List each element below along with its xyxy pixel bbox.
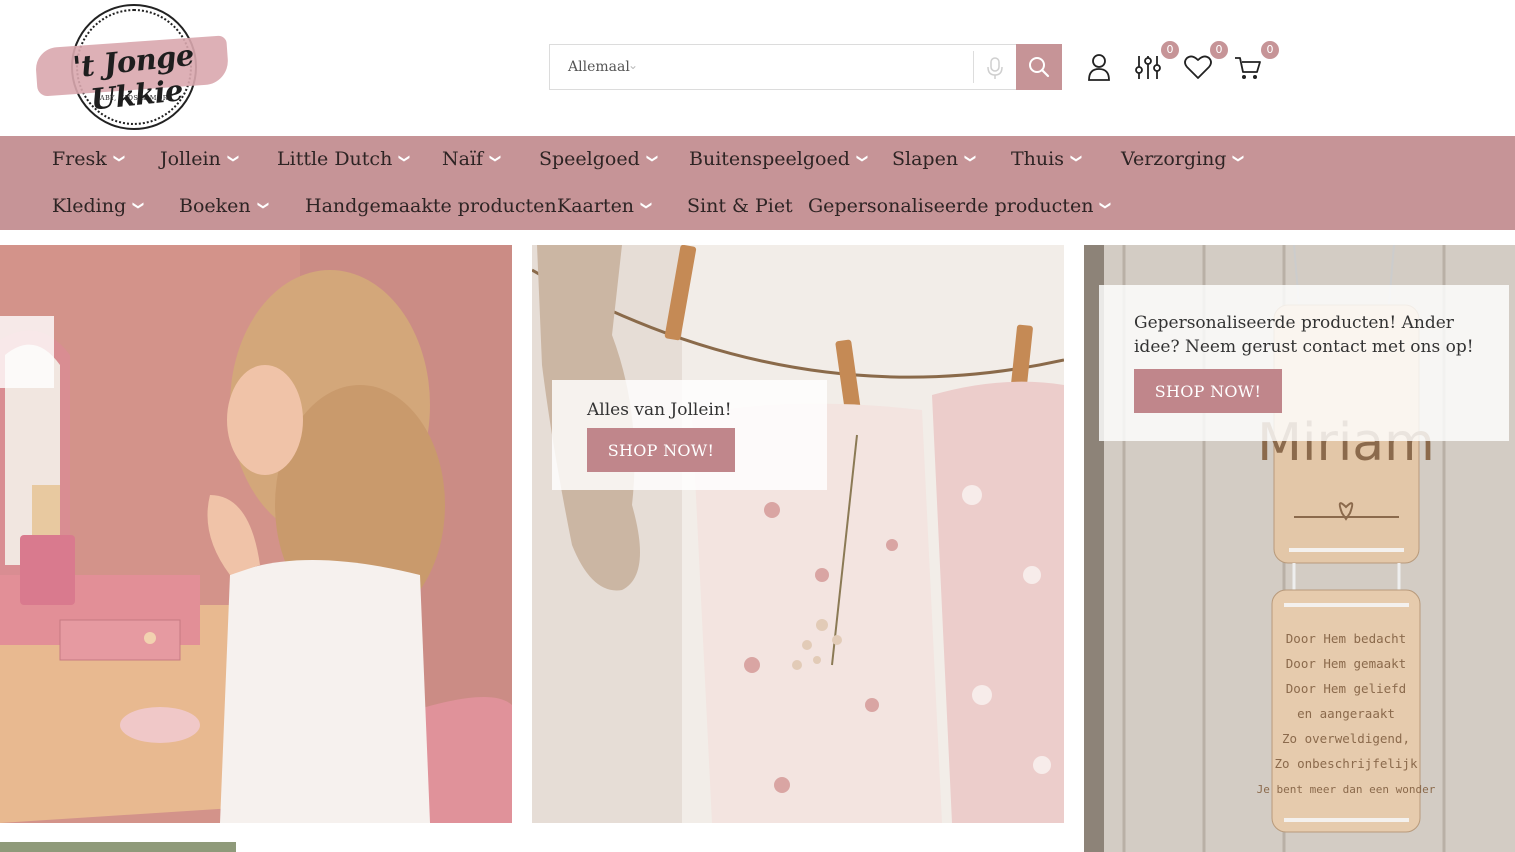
nav-item-fresk[interactable]: Fresk ❯ [52, 148, 126, 178]
nav-label: Buitenspeelgoed [689, 148, 850, 170]
personalized-promo-text: Gepersonaliseerde producten! Ander idee?… [1134, 313, 1474, 357]
chevron-down-icon: ❯ [489, 153, 503, 164]
nav-item-kaarten[interactable]: Kaarten ❯ [557, 195, 654, 225]
chevron-down-icon: ❯ [1232, 153, 1246, 164]
nav-label: Naïf [442, 148, 484, 170]
nav-item-buitenspeelgoed[interactable]: Buitenspeelgoed ❯ [689, 148, 869, 178]
nav-label: Kaarten [557, 195, 635, 217]
chevron-down-icon: ❯ [964, 153, 978, 164]
chevron-down-icon: ❯ [226, 153, 240, 164]
microphone-icon[interactable] [984, 56, 1006, 80]
sign-line: Door Hem geliefd [1286, 681, 1406, 696]
sign-line: Door Hem bedacht [1286, 631, 1406, 646]
nav-item-speelgoed[interactable]: Speelgoed ❯ [539, 148, 659, 178]
sign-line: Zo overweldigend, [1282, 731, 1410, 746]
logo-tagline: BABY, KIDS & MORE [94, 94, 174, 102]
site-header: 't Jonge Ukkie BABY, KIDS & MORE Allemaa… [0, 0, 1515, 136]
cart-icon[interactable] [1233, 52, 1263, 82]
nav-item-boeken[interactable]: Boeken ❯ [179, 195, 270, 225]
search-icon [1029, 57, 1050, 78]
banner-gepersonaliseerde-producten[interactable]: Miriam Door Hem bedacht Door Hem gemaakt… [1084, 245, 1515, 852]
personalized-promo-box: Gepersonaliseerde producten! Ander idee?… [1099, 285, 1509, 441]
search-divider [973, 51, 974, 83]
chevron-down-icon[interactable]: ⌄ [628, 58, 638, 72]
cart-count-badge: 0 [1260, 40, 1280, 60]
nav-item-handgemaakte-producten[interactable]: Handgemaakte producten [305, 195, 557, 225]
nav-item-naif[interactable]: Naïf ❯ [442, 148, 503, 178]
sign-line: Je bent meer dan een wonder [1257, 783, 1436, 796]
compare-icon[interactable] [1134, 52, 1164, 82]
search-bar: Allemaal ⌄ [549, 44, 1062, 90]
nav-label: Sint & Piet [687, 195, 793, 217]
account-icon[interactable] [1085, 52, 1115, 82]
banner-photo-girl-vanity [0, 245, 512, 823]
chevron-down-icon: ❯ [856, 153, 869, 164]
personalized-shop-now-button[interactable]: SHOP NOW! [1134, 369, 1282, 413]
next-section-preview [0, 842, 236, 852]
banner-jollein[interactable]: Alles van Jollein! SHOP NOW! [532, 245, 1064, 823]
nav-item-jollein[interactable]: Jollein ❯ [160, 148, 240, 178]
nav-item-gepersonaliseerde-producten[interactable]: Gepersonaliseerde producten ❯ [808, 195, 1113, 225]
nav-item-kleding[interactable]: Kleding ❯ [52, 195, 146, 225]
nav-item-thuis[interactable]: Thuis ❯ [1011, 148, 1084, 178]
nav-label: Handgemaakte producten [305, 195, 557, 217]
slider-prev-tab[interactable] [0, 316, 54, 388]
nav-item-verzorging[interactable]: Verzorging ❯ [1121, 148, 1246, 178]
site-logo[interactable]: 't Jonge Ukkie BABY, KIDS & MORE [34, 4, 232, 130]
nav-label: Kleding [52, 195, 127, 217]
main-navigation: Fresk ❯ Jollein ❯ Little Dutch ❯ Naïf ❯ Spee… [0, 136, 1515, 230]
chevron-down-icon: ❯ [112, 153, 126, 164]
search-category-select[interactable]: Allemaal [568, 59, 630, 75]
sign-line: Door Hem gemaakt [1286, 656, 1406, 671]
nav-label: Thuis [1011, 148, 1064, 170]
chevron-down-icon: ❯ [256, 200, 270, 211]
heart-icon[interactable] [1183, 52, 1213, 82]
nav-item-slapen[interactable]: Slapen ❯ [892, 148, 978, 178]
chevron-down-icon: ❯ [645, 153, 659, 164]
nav-label: Boeken [179, 195, 251, 217]
nav-label: Speelgoed [539, 148, 640, 170]
nav-label: Fresk [52, 148, 107, 170]
search-input[interactable] [650, 45, 970, 89]
chevron-down-icon: ❯ [640, 200, 654, 211]
nav-label: Slapen [892, 148, 959, 170]
banner-photo-clothesline [532, 245, 1064, 823]
search-button[interactable] [1016, 44, 1062, 90]
sign-line: en aangeraakt [1297, 706, 1395, 721]
compare-count-badge: 0 [1160, 40, 1180, 60]
sign-line: Zo onbeschrijfelijk [1275, 756, 1418, 771]
wishlist-count-badge: 0 [1209, 40, 1229, 60]
jollein-promo-box: Alles van Jollein! SHOP NOW! [552, 380, 827, 490]
nav-label: Gepersonaliseerde producten [808, 195, 1094, 217]
nav-item-little-dutch[interactable]: Little Dutch ❯ [277, 148, 412, 178]
chevron-down-icon: ❯ [1070, 153, 1084, 164]
jollein-shop-now-button[interactable]: SHOP NOW! [587, 428, 735, 472]
nav-label: Verzorging [1121, 148, 1227, 170]
jollein-promo-text: Alles van Jollein! [587, 400, 732, 420]
chevron-down-icon: ❯ [1099, 200, 1113, 211]
nav-item-sint-piet[interactable]: Sint & Piet [687, 195, 793, 225]
banner-little-dutch[interactable] [0, 245, 512, 823]
nav-label: Little Dutch [277, 148, 393, 170]
nav-label: Jollein [160, 148, 221, 170]
chevron-down-icon: ❯ [132, 200, 146, 211]
chevron-down-icon: ❯ [398, 153, 412, 164]
